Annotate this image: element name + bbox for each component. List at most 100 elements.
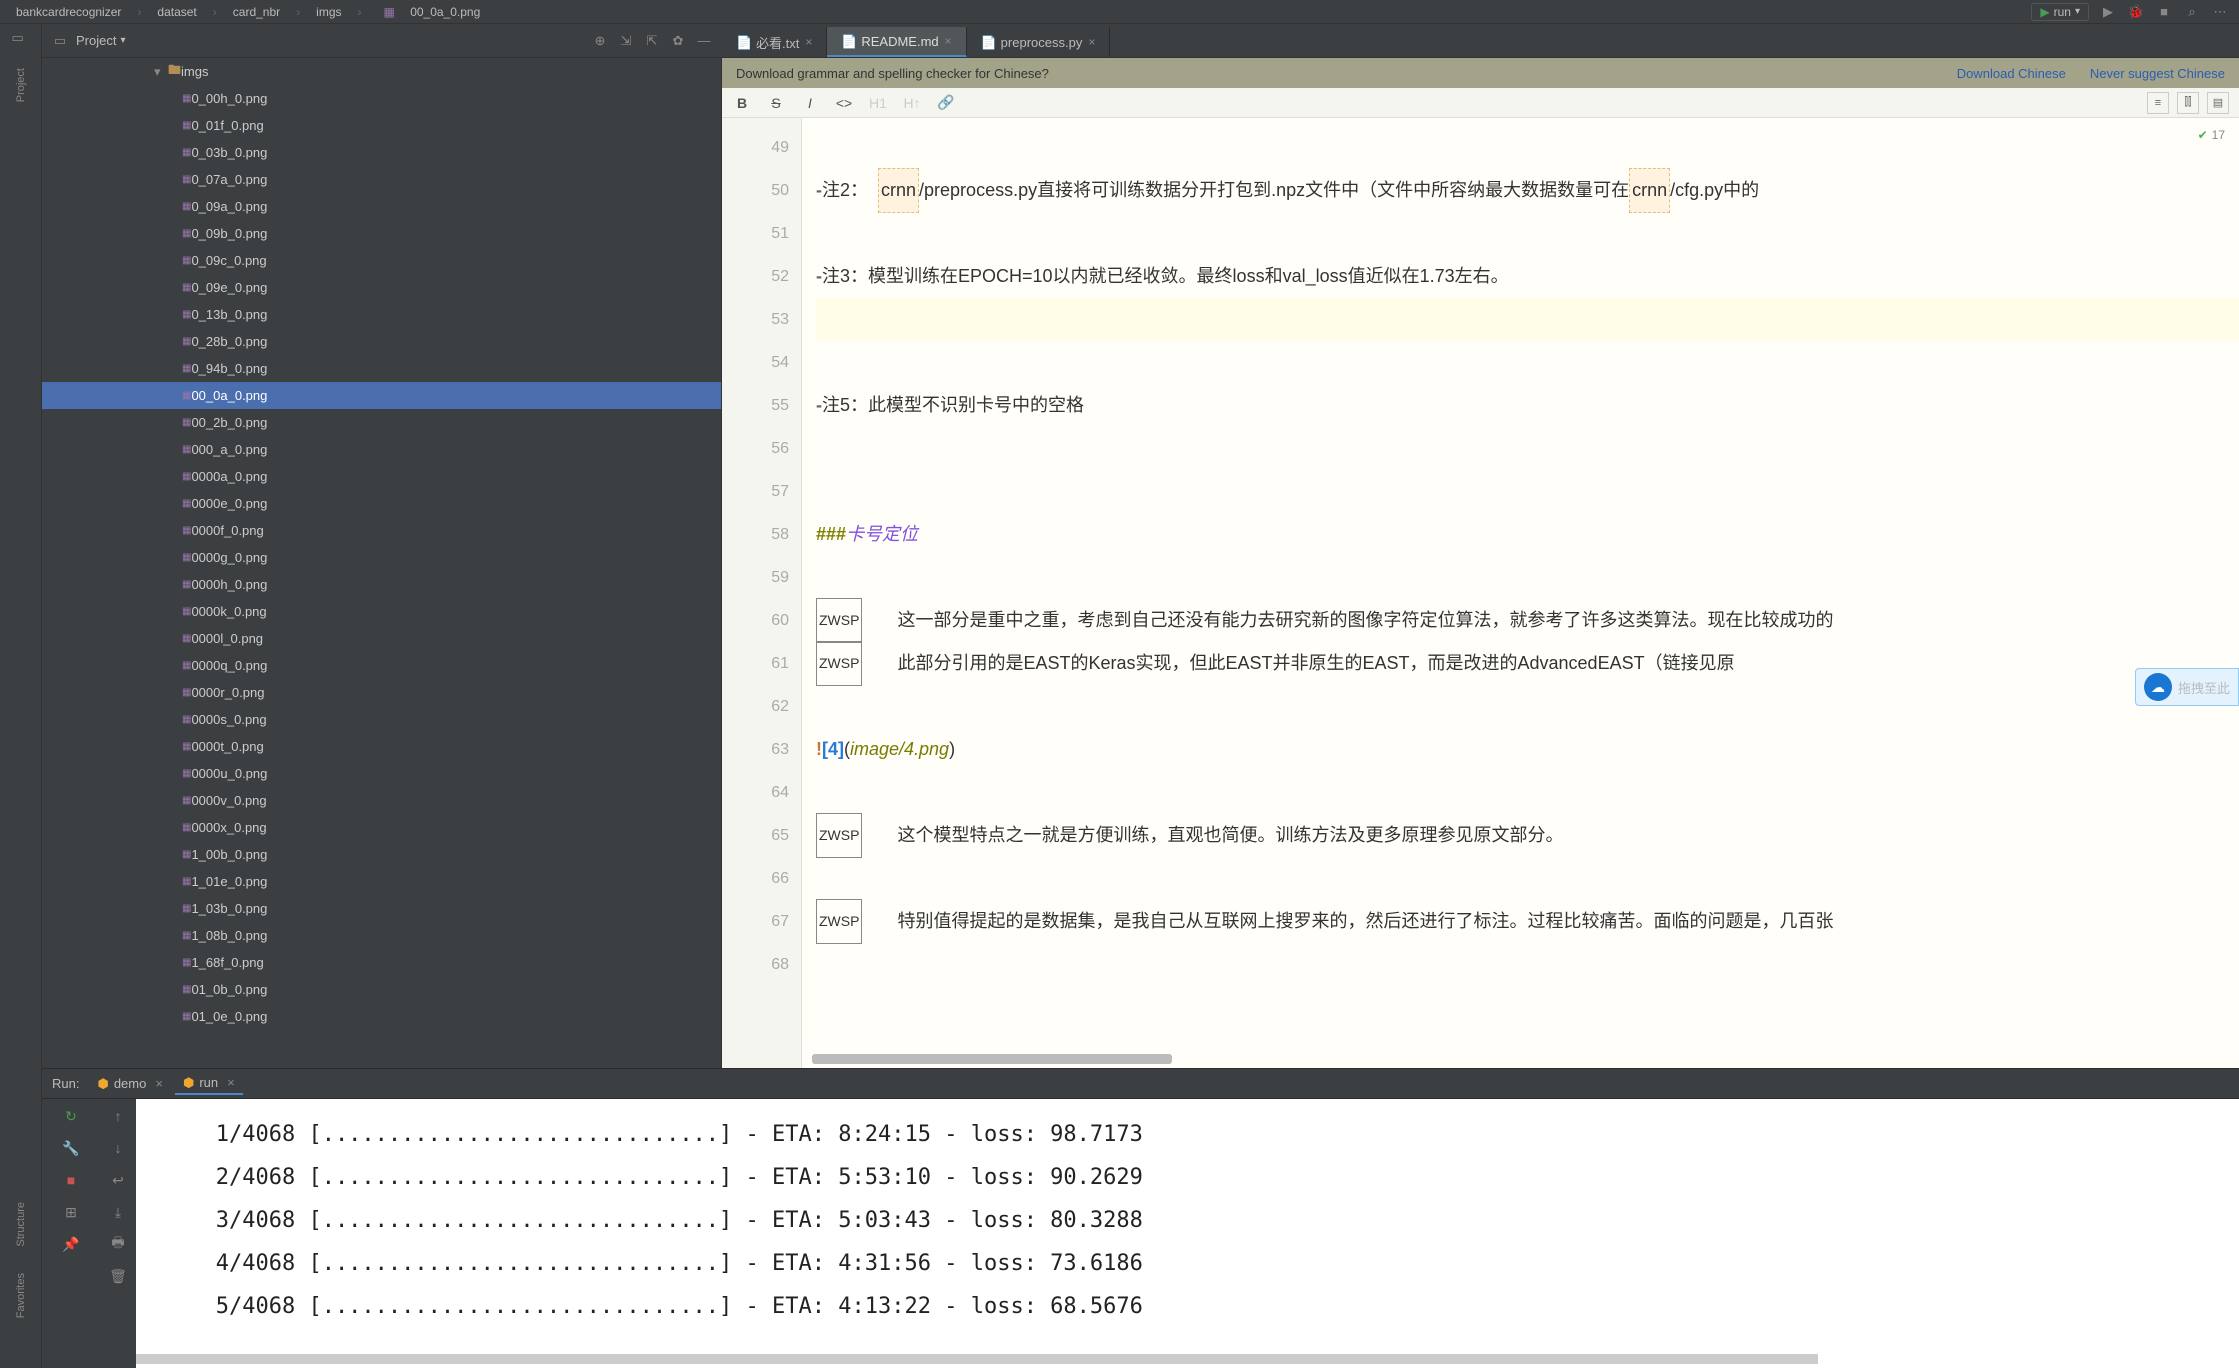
run-config-dropdown[interactable]: ▶ run ▾ xyxy=(2031,3,2089,21)
tree-file[interactable]: ▦ 000_a_0.png xyxy=(42,436,721,463)
structure-side-tab[interactable]: Structure xyxy=(13,1196,29,1253)
tree-file[interactable]: ▦ 0_07a_0.png xyxy=(42,166,721,193)
tree-file[interactable]: ▦ 0000g_0.png xyxy=(42,544,721,571)
tree-file[interactable]: ▦ 0000x_0.png xyxy=(42,814,721,841)
breadcrumb-item[interactable]: ▦ 00_0a_0.png xyxy=(372,4,493,20)
layout-button[interactable]: ⊞ xyxy=(60,1201,82,1223)
preview-view-button[interactable]: ▤ xyxy=(2207,92,2229,114)
pin-button[interactable]: 📌 xyxy=(60,1233,82,1255)
tree-file[interactable]: ▦ 0_01f_0.png xyxy=(42,112,721,139)
tree-file[interactable]: ▦ 0000q_0.png xyxy=(42,652,721,679)
tree-file[interactable]: ▦ 0_00h_0.png xyxy=(42,85,721,112)
tree-file[interactable]: ▦ 0000l_0.png xyxy=(42,625,721,652)
close-icon[interactable]: × xyxy=(805,35,812,49)
up-button[interactable]: ↑ xyxy=(107,1105,129,1127)
editor-tab[interactable]: 📄README.md× xyxy=(827,27,966,57)
tree-file[interactable]: ▦ 1_01e_0.png xyxy=(42,868,721,895)
more-button[interactable]: ⋯ xyxy=(2211,3,2229,21)
tree-file[interactable]: ▦ 0000t_0.png xyxy=(42,733,721,760)
tree-file[interactable]: ▦ 0000a_0.png xyxy=(42,463,721,490)
h2-button[interactable]: H↑ xyxy=(902,95,922,111)
stop-button[interactable]: ■ xyxy=(2155,3,2173,21)
strikethrough-button[interactable]: S xyxy=(766,95,786,111)
tree-file[interactable]: ▦ 0_28b_0.png xyxy=(42,328,721,355)
breadcrumb-item[interactable]: bankcardrecognizer xyxy=(10,4,127,20)
close-icon[interactable]: × xyxy=(227,1075,235,1090)
tree-file[interactable]: ▦ 0_09b_0.png xyxy=(42,220,721,247)
favorites-side-tab[interactable]: Favorites xyxy=(13,1267,29,1324)
caret-down-icon[interactable]: ▾ xyxy=(154,64,164,80)
inspection-badge[interactable]: ✔ 17 xyxy=(2198,128,2225,142)
run-tab[interactable]: ⬢run× xyxy=(175,1073,243,1095)
split-view-button[interactable]: ⫿⫿ xyxy=(2177,92,2199,114)
project-tree[interactable]: ▾ 🖿 imgs ▦ 0_00h_0.png▦ 0_01f_0.png▦ 0_0… xyxy=(42,58,722,1068)
tree-file[interactable]: ▦ 1_08b_0.png xyxy=(42,922,721,949)
hide-icon[interactable]: — xyxy=(694,31,714,51)
collapse-icon[interactable]: ⇱ xyxy=(642,31,662,51)
project-side-tab[interactable]: Project xyxy=(13,62,29,108)
debug-button[interactable]: 🐞 xyxy=(2127,3,2145,21)
bold-button[interactable]: B xyxy=(732,95,752,111)
close-icon[interactable]: × xyxy=(155,1076,163,1091)
print-button[interactable]: 🖶 xyxy=(107,1233,129,1255)
stop-button[interactable]: ■ xyxy=(60,1169,82,1191)
editor-body[interactable]: 4950515253545556575859606162636465666768… xyxy=(722,118,2239,1068)
tree-file[interactable]: ▦ 0000k_0.png xyxy=(42,598,721,625)
project-tool-icon[interactable]: ▭ xyxy=(12,30,30,48)
settings-icon[interactable]: ✿ xyxy=(668,31,688,51)
tree-file[interactable]: ▦ 0000r_0.png xyxy=(42,679,721,706)
never-suggest-link[interactable]: Never suggest Chinese xyxy=(2090,66,2225,81)
editor-tab[interactable]: 📄preprocess.py× xyxy=(967,27,1111,57)
tree-file[interactable]: ▦ 0_09c_0.png xyxy=(42,247,721,274)
italic-button[interactable]: I xyxy=(800,95,820,111)
tree-file[interactable]: ▦ 0000f_0.png xyxy=(42,517,721,544)
breadcrumb-item[interactable]: dataset xyxy=(151,4,202,20)
editor-view-button[interactable]: ≡ xyxy=(2147,92,2169,114)
tree-file[interactable]: ▦ 0000u_0.png xyxy=(42,760,721,787)
tree-file[interactable]: ▦ 0000h_0.png xyxy=(42,571,721,598)
locate-icon[interactable]: ⊕ xyxy=(590,31,610,51)
tree-file[interactable]: ▦ 0_09e_0.png xyxy=(42,274,721,301)
code-content[interactable]: - 注2： crnn/preprocess.py直接将可训练数据分开打包到.np… xyxy=(802,118,2239,1068)
scroll-end-button[interactable]: ⤓ xyxy=(107,1201,129,1223)
h1-button[interactable]: H1 xyxy=(868,95,888,111)
baidu-float-widget[interactable]: ☁ 拖拽至此 xyxy=(2135,668,2239,706)
search-button[interactable]: ⌕ xyxy=(2183,3,2201,21)
code-button[interactable]: <> xyxy=(834,95,854,111)
tree-file[interactable]: ▦ 00_2b_0.png xyxy=(42,409,721,436)
download-chinese-link[interactable]: Download Chinese xyxy=(1957,66,2066,81)
tree-file[interactable]: ▦ 0_09a_0.png xyxy=(42,193,721,220)
tree-file[interactable]: ▦ 01_0e_0.png xyxy=(42,1003,721,1030)
clear-button[interactable]: 🗑 xyxy=(107,1265,129,1287)
tree-folder-imgs[interactable]: ▾ 🖿 imgs xyxy=(42,58,721,85)
tree-file[interactable]: ▦ 0_94b_0.png xyxy=(42,355,721,382)
breadcrumb-item[interactable]: card_nbr xyxy=(227,4,286,20)
modify-run-button[interactable]: 🔧 xyxy=(60,1137,82,1159)
link-button[interactable]: 🔗 xyxy=(936,94,956,111)
tree-file[interactable]: ▦ 0000s_0.png xyxy=(42,706,721,733)
tree-file[interactable]: ▦ 01_0b_0.png xyxy=(42,976,721,1003)
console-output[interactable]: 1/4068 [..............................] … xyxy=(136,1099,2239,1368)
down-button[interactable]: ↓ xyxy=(107,1137,129,1159)
breadcrumb-item[interactable]: imgs xyxy=(310,4,347,20)
tree-file[interactable]: ▦ 1_00b_0.png xyxy=(42,841,721,868)
close-icon[interactable]: × xyxy=(1088,35,1095,49)
tree-file[interactable]: ▦ 00_0a_0.png xyxy=(42,382,721,409)
tree-file[interactable]: ▦ 0000v_0.png xyxy=(42,787,721,814)
horizontal-scrollbar[interactable] xyxy=(136,1354,2239,1364)
expand-icon[interactable]: ⇲ xyxy=(616,31,636,51)
tree-file[interactable]: ▦ 0000e_0.png xyxy=(42,490,721,517)
image-file-icon: ▦ xyxy=(182,660,191,671)
horizontal-scrollbar[interactable] xyxy=(812,1054,1172,1064)
tree-file[interactable]: ▦ 0_13b_0.png xyxy=(42,301,721,328)
close-icon[interactable]: × xyxy=(945,34,952,48)
tree-file[interactable]: ▦ 1_03b_0.png xyxy=(42,895,721,922)
soft-wrap-button[interactable]: ↩ xyxy=(107,1169,129,1191)
rerun-button[interactable]: ↻ xyxy=(60,1105,82,1127)
tree-file[interactable]: ▦ 0_03b_0.png xyxy=(42,139,721,166)
run-button[interactable]: ▶ xyxy=(2099,3,2117,21)
editor-tab[interactable]: 📄必看.txt× xyxy=(722,27,827,57)
run-tab[interactable]: ⬢demo× xyxy=(89,1073,170,1095)
tree-file[interactable]: ▦ 1_68f_0.png xyxy=(42,949,721,976)
project-dropdown[interactable]: Project ▾ xyxy=(76,33,126,48)
